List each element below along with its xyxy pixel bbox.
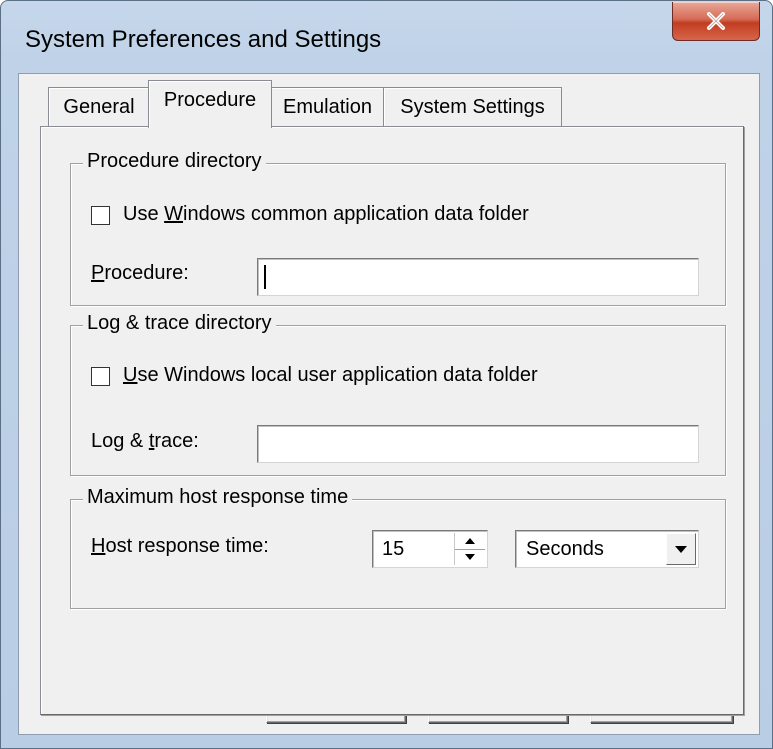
group-host-response-time: Maximum host response time Host response… [70,486,726,609]
host-response-time-spinner[interactable]: 15 [372,530,488,568]
group-label: Maximum host response time [83,486,353,509]
group-label: Log & trace directory [83,312,276,335]
procedure-directory-input[interactable] [257,258,699,296]
time-unit-dropdown[interactable]: Seconds [515,530,699,568]
tab-label: Procedure [163,89,257,111]
spin-down-button[interactable] [455,549,485,565]
window-title: System Preferences and Settings [25,26,382,53]
chevron-down-icon [675,545,687,553]
arrow-down-icon [465,554,475,560]
procedure-field-label: Procedure: [91,262,189,284]
use-common-appdata-label[interactable]: Use Windows common application data fold… [123,203,529,226]
tab-general[interactable]: General [48,87,150,126]
log-trace-directory-input[interactable] [257,425,699,463]
close-icon [707,12,725,30]
host-response-time-label: Host response time: [91,535,269,557]
group-log-trace-directory: Log & trace directory Use Windows local … [70,312,726,476]
tab-procedure[interactable]: Procedure [148,80,272,128]
use-local-appdata-label[interactable]: Use Windows local user application data … [123,364,538,387]
dropdown-button[interactable] [666,533,696,565]
dialog-window: System Preferences and Settings General … [0,0,773,749]
dialog-client-area: General Procedure Emulation System Setti… [18,73,760,735]
title-bar[interactable]: System Preferences and Settings [1,1,772,73]
tab-label: General [63,96,135,118]
dropdown-selected-value: Seconds [526,538,604,560]
group-procedure-directory: Procedure directory Use Windows common a… [70,150,726,306]
text-caret [264,265,266,289]
spinner-value: 15 [382,538,405,560]
tab-label: System Settings [400,96,545,118]
spin-up-button[interactable] [455,533,485,550]
tab-emulation[interactable]: Emulation [270,87,385,126]
tab-system-settings[interactable]: System Settings [383,87,562,126]
arrow-up-icon [465,538,475,544]
tab-label: Emulation [283,96,372,118]
group-label: Procedure directory [83,150,266,173]
use-common-appdata-checkbox[interactable] [91,206,110,225]
use-local-appdata-checkbox[interactable] [91,367,110,386]
log-trace-field-label: Log & trace: [91,430,199,452]
close-button[interactable] [672,2,760,41]
tab-panel-procedure: Procedure directory Use Windows common a… [40,126,744,715]
spinner-buttons [454,533,485,565]
